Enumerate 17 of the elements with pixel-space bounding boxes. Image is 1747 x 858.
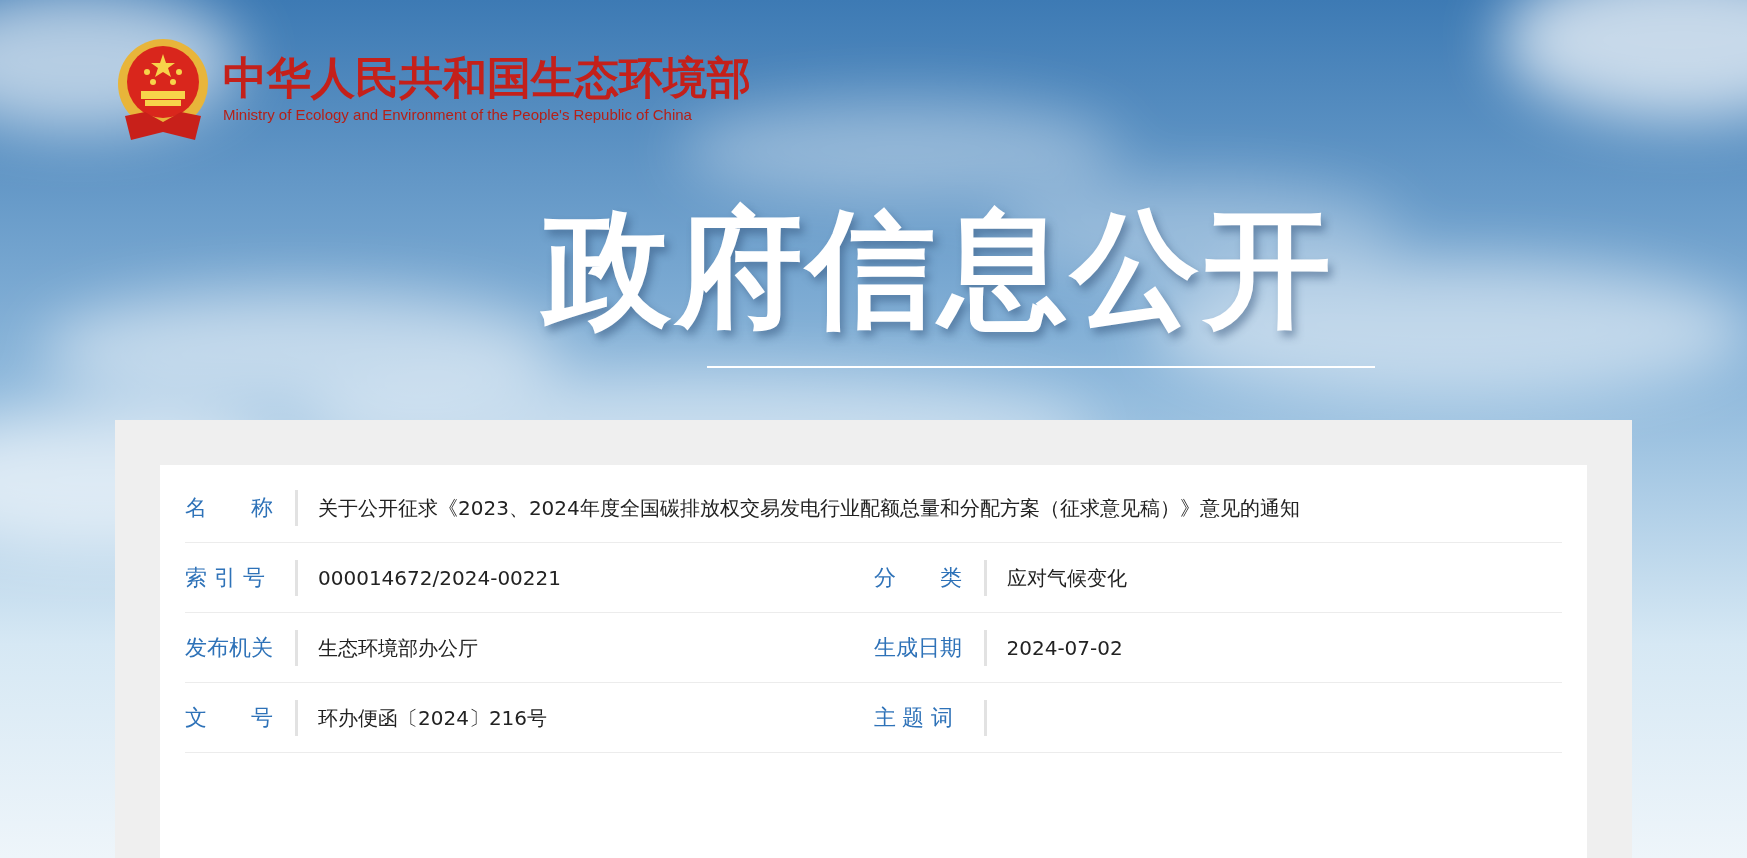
banner-title: 政府信息公开: [542, 194, 1335, 344]
site-subtitle: Ministry of Ecology and Environment of the People's Republic of China: [223, 104, 693, 125]
emblem-logo-icon: [115, 36, 211, 142]
field-label: 分 类: [873, 564, 963, 592]
field-label: 主 题 词: [873, 704, 955, 732]
field-value: 2024-07-02: [1006, 634, 1123, 662]
field-label: 索 引 号: [185, 564, 266, 592]
field-value: 环办便函〔2024〕216号: [318, 704, 548, 732]
field-label: 文 号: [185, 704, 274, 732]
field-label: 名 称: [185, 494, 274, 522]
field-value: 生态环境部办公厅: [318, 634, 478, 662]
field-value: 关于公开征求《2023、2024年度全国碳排放权交易发电行业配额总量和分配方案（征求意见稿）》意见的通知: [318, 494, 1300, 522]
field-label: 生成日期: [873, 634, 963, 662]
field-value: 000014672/2024-00221: [318, 564, 561, 592]
field-label: 发布机关: [185, 634, 274, 662]
site-title: 中华人民共和国生态环境部: [223, 51, 751, 104]
field-value: 应对气候变化: [1006, 564, 1127, 592]
